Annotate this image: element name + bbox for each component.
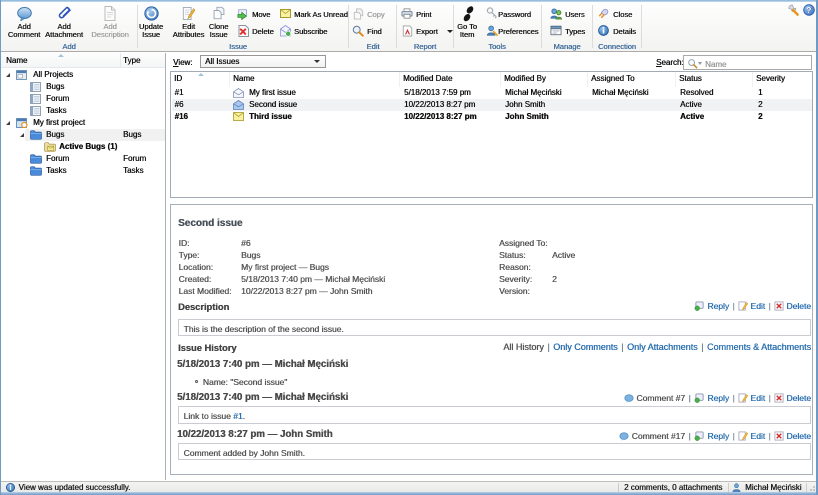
svg-text:?: ? xyxy=(807,6,812,15)
